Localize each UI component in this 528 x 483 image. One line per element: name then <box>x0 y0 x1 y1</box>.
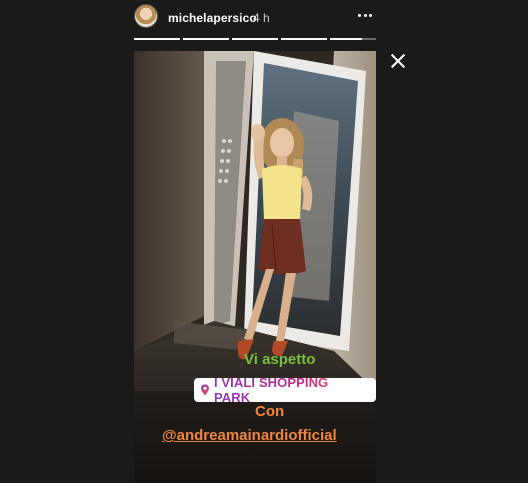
story-progress-bar <box>134 38 376 40</box>
more-options-icon[interactable] <box>358 9 372 21</box>
location-pin-icon <box>200 384 209 396</box>
mention-link[interactable]: @andreamainardiofficial <box>162 427 337 444</box>
progress-fill <box>232 38 278 40</box>
progress-segment <box>183 38 229 40</box>
avatar[interactable] <box>134 4 158 28</box>
progress-segment <box>232 38 278 40</box>
progress-segment <box>281 38 327 40</box>
progress-segment <box>134 38 180 40</box>
progress-fill <box>281 38 327 40</box>
story-media[interactable]: Vi aspetto I VIALI SHOPPING PARK Con @an… <box>134 51 376 483</box>
location-label: I VIALI SHOPPING PARK <box>214 375 368 405</box>
story-header: michelapersico 4 h <box>134 4 376 34</box>
location-sticker[interactable]: I VIALI SHOPPING PARK <box>194 375 376 405</box>
progress-segment <box>330 38 376 40</box>
story-viewer: michelapersico 4 h Vi aspetto I VIALI SH… <box>0 0 528 483</box>
username[interactable]: michelapersico <box>168 11 257 25</box>
post-time: 4 h <box>253 11 270 25</box>
progress-fill <box>183 38 229 40</box>
story-text-line-1: Vi aspetto <box>244 351 316 368</box>
story-text-line-3: Con <box>255 403 285 420</box>
close-icon[interactable] <box>388 51 408 71</box>
progress-fill <box>330 38 363 40</box>
progress-fill <box>134 38 180 40</box>
